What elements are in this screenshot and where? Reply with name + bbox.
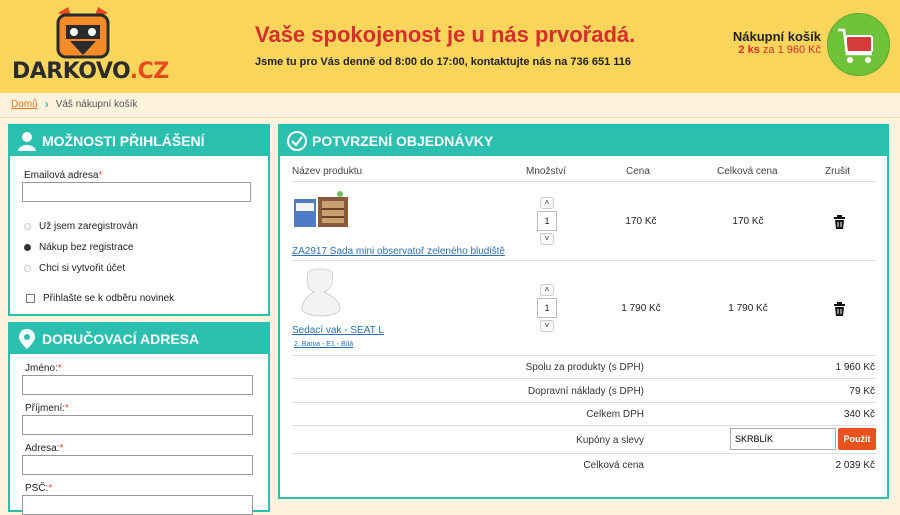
product-image[interactable] [294, 266, 348, 322]
login-options-panel: MOŽNOSTI PŘIHLÁŠENÍ Emailová adresa* Už … [8, 124, 270, 316]
quantity-stepper[interactable]: ˄ 1 ˅ [537, 197, 557, 245]
login-panel-title: MOŽNOSTI PŘIHLÁŠENÍ [42, 133, 205, 149]
trash-icon[interactable] [833, 215, 846, 229]
radio-create-account[interactable]: Chci si vytvořit účet [24, 263, 125, 274]
summary-label: Celkem DPH [586, 409, 644, 420]
item-price: 170 Kč [625, 216, 657, 227]
cart-button[interactable] [827, 13, 890, 76]
email-label: Emailová adresa* [24, 170, 103, 181]
table-divider [292, 260, 876, 261]
newsletter-checkbox-row[interactable]: Přihlašte se k odběru novinek [26, 293, 174, 304]
header-slogan: Vaše spokojenost je u nás prvořadá. [255, 22, 636, 47]
decrease-quantity-button[interactable]: ˅ [540, 320, 554, 332]
product-image[interactable] [292, 189, 350, 231]
summary-label: Spolu za produkty (s DPH) [525, 362, 644, 373]
site-header: DARKOVO.CZ Vaše spokojenost je u nás prv… [0, 0, 900, 93]
order-confirmation-panel: POTVRZENÍ OBJEDNÁVKY Název produktu Množ… [278, 124, 889, 499]
table-divider [292, 402, 876, 403]
address-label: Adresa:* [25, 443, 64, 454]
table-divider [292, 378, 876, 379]
trash-icon[interactable] [833, 302, 846, 316]
breadcrumb: Domů › Váš nákupní košík [11, 97, 137, 111]
order-panel-title: POTVRZENÍ OBJEDNÁVKY [312, 133, 494, 149]
col-product-name: Název produktu [292, 166, 363, 177]
item-total: 1 790 Kč [728, 303, 768, 314]
first-name-label: Jméno:* [25, 363, 62, 374]
radio-button[interactable] [24, 265, 31, 272]
increase-quantity-button[interactable]: ˄ [540, 197, 554, 209]
login-panel-header: MOŽNOSTI PŘIHLÁŠENÍ [10, 126, 268, 156]
radio-registered[interactable]: Už jsem zaregistrován [24, 221, 138, 232]
product-variant[interactable]: 2. Barva - E1 - Bílá [294, 341, 353, 348]
table-divider [292, 181, 876, 182]
summary-value: 1 960 Kč [835, 362, 875, 373]
summary-value: 340 Kč [843, 409, 875, 420]
newsletter-checkbox[interactable] [26, 294, 35, 303]
first-name-input[interactable] [22, 375, 253, 395]
grand-total-value: 2 039 Kč [835, 460, 875, 471]
last-name-input[interactable] [22, 415, 253, 435]
col-price: Cena [626, 166, 650, 177]
product-link[interactable]: Sedací vak - SEAT L [292, 325, 384, 336]
table-divider [292, 453, 876, 454]
site-logo[interactable]: DARKOVO.CZ [10, 5, 169, 85]
cart-title[interactable]: Nákupní košík [733, 29, 821, 44]
logo-wordmark: DARKOVO.CZ [12, 59, 169, 84]
address-input[interactable] [22, 455, 253, 475]
quantity-input[interactable]: 1 [537, 298, 557, 318]
breadcrumb-current: Váš nákupní košík [55, 98, 138, 110]
delivery-panel-header: DORUČOVACÍ ADRESA [10, 324, 268, 354]
user-icon [18, 132, 36, 151]
breadcrumb-divider [0, 117, 900, 118]
delivery-panel-title: DORUČOVACÍ ADRESA [42, 331, 200, 347]
coupon-input[interactable] [730, 428, 836, 450]
col-remove: Zrušit [825, 166, 850, 177]
coupon-label: Kupóny a slevy [576, 435, 644, 446]
zip-label: PSČ:* [25, 483, 53, 494]
radio-button-selected[interactable] [24, 244, 31, 251]
contact-hours: Jsme tu pro Vás denně od 8:00 do 17:00, … [255, 56, 631, 68]
chevron-right-icon: › [44, 97, 49, 111]
col-quantity: Množství [526, 166, 567, 177]
item-total: 170 Kč [732, 216, 764, 227]
location-pin-icon [19, 329, 35, 349]
item-price: 1 790 Kč [621, 303, 661, 314]
order-panel-header: POTVRZENÍ OBJEDNÁVKY [280, 126, 887, 156]
decrease-quantity-button[interactable]: ˅ [540, 233, 554, 245]
apply-coupon-button[interactable]: Použít [838, 428, 876, 450]
check-circle-icon [287, 131, 307, 151]
col-total-price: Celková cena [717, 166, 778, 177]
table-divider [292, 355, 876, 356]
table-divider [292, 425, 876, 426]
quantity-stepper[interactable]: ˄ 1 ˅ [537, 284, 557, 332]
grand-total-label: Celková cena [583, 460, 644, 471]
delivery-address-panel: DORUČOVACÍ ADRESA Jméno:* Příjmení:* Adr… [8, 322, 270, 515]
last-name-label: Příjmení:* [25, 403, 69, 414]
increase-quantity-button[interactable]: ˄ [540, 284, 554, 296]
cart-summary[interactable]: 2 ks za 1 960 Kč [738, 44, 821, 56]
quantity-input[interactable]: 1 [537, 211, 557, 231]
shopping-cart-icon [838, 28, 873, 63]
email-input[interactable] [22, 182, 251, 202]
radio-button[interactable] [24, 223, 31, 230]
breadcrumb-home-link[interactable]: Domů [11, 99, 38, 110]
zip-input[interactable] [22, 495, 253, 515]
summary-value: 79 Kč [849, 386, 875, 397]
radio-guest-checkout[interactable]: Nákup bez registrace [24, 242, 134, 253]
product-link[interactable]: ZA2917 Sada mini observatoř zeleného blu… [292, 246, 505, 257]
summary-label: Dopravní náklady (s DPH) [527, 386, 644, 397]
